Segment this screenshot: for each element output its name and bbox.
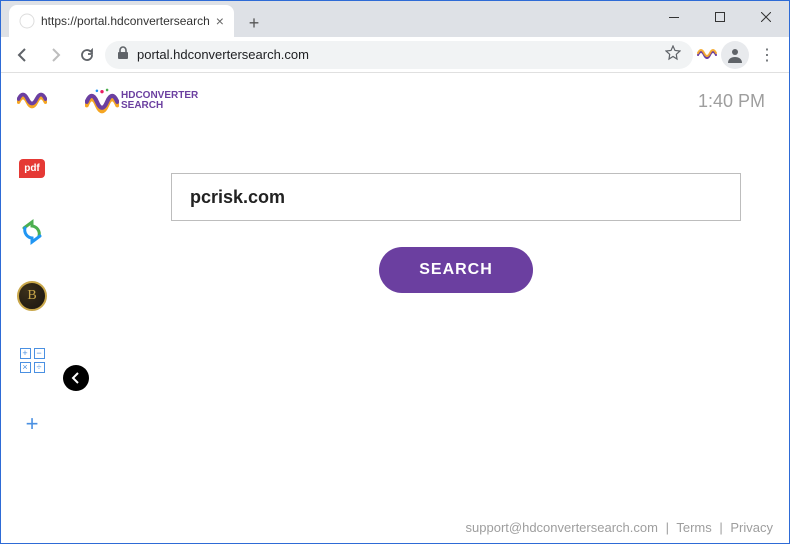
search-section: SEARCH	[171, 173, 741, 293]
search-input[interactable]	[171, 173, 741, 221]
sidebar-convert-item[interactable]	[17, 217, 47, 247]
extension-icon[interactable]	[697, 45, 717, 65]
sidebar-b-item[interactable]: B	[17, 281, 47, 311]
brand-text: HDCONVERTERSEARCH	[121, 91, 198, 111]
sidebar-collapse-button[interactable]	[63, 365, 89, 391]
reload-button[interactable]	[73, 41, 101, 69]
main-area: HDCONVERTERSEARCH 1:40 PM SEARCH	[63, 73, 789, 543]
forward-button[interactable]	[41, 41, 69, 69]
back-button[interactable]	[9, 41, 37, 69]
tab-close-icon[interactable]: ×	[216, 13, 224, 29]
browser-tab[interactable]: https://portal.hdconvertersearch ×	[9, 5, 234, 37]
url-text: portal.hdconvertersearch.com	[137, 47, 309, 62]
brand-logo[interactable]: HDCONVERTERSEARCH	[85, 87, 198, 115]
maximize-button[interactable]	[697, 1, 743, 33]
tab-favicon-icon	[19, 13, 35, 29]
pdf-icon: pdf	[19, 159, 45, 178]
window-controls	[651, 1, 789, 33]
profile-button[interactable]	[721, 41, 749, 69]
lock-icon	[117, 46, 129, 63]
footer-terms-link[interactable]: Terms	[676, 520, 711, 535]
sidebar-logo-icon[interactable]	[17, 89, 47, 119]
browser-menu-button[interactable]: ⋮	[753, 45, 781, 65]
minimize-button[interactable]	[651, 1, 697, 33]
calculator-grid-icon: + − × ÷	[20, 348, 45, 373]
sidebar: pdf B + − × ÷ +	[1, 73, 63, 543]
sidebar-pdf-item[interactable]: pdf	[17, 153, 47, 183]
footer-privacy-link[interactable]: Privacy	[730, 520, 773, 535]
star-icon[interactable]	[665, 45, 681, 64]
browser-toolbar: portal.hdconvertersearch.com ⋮	[1, 37, 789, 73]
sidebar-add-item[interactable]: +	[17, 409, 47, 439]
footer: support@hdconvertersearch.com | Terms | …	[466, 520, 773, 535]
sidebar-calculator-item[interactable]: + − × ÷	[17, 345, 47, 375]
clock-display: 1:40 PM	[698, 91, 765, 112]
letter-b-icon: B	[17, 281, 47, 311]
tab-title: https://portal.hdconvertersearch	[41, 14, 210, 28]
close-window-button[interactable]	[743, 1, 789, 33]
new-tab-button[interactable]: +	[240, 9, 268, 37]
footer-support-link[interactable]: support@hdconvertersearch.com	[466, 520, 658, 535]
chevron-left-icon	[71, 372, 81, 384]
address-bar[interactable]: portal.hdconvertersearch.com	[105, 41, 693, 69]
plus-icon: +	[26, 411, 39, 437]
brand-wave-icon	[85, 87, 119, 115]
page-content: pdf B + − × ÷ +	[1, 73, 789, 543]
refresh-arrows-icon	[19, 219, 45, 245]
search-button[interactable]: SEARCH	[379, 247, 533, 293]
